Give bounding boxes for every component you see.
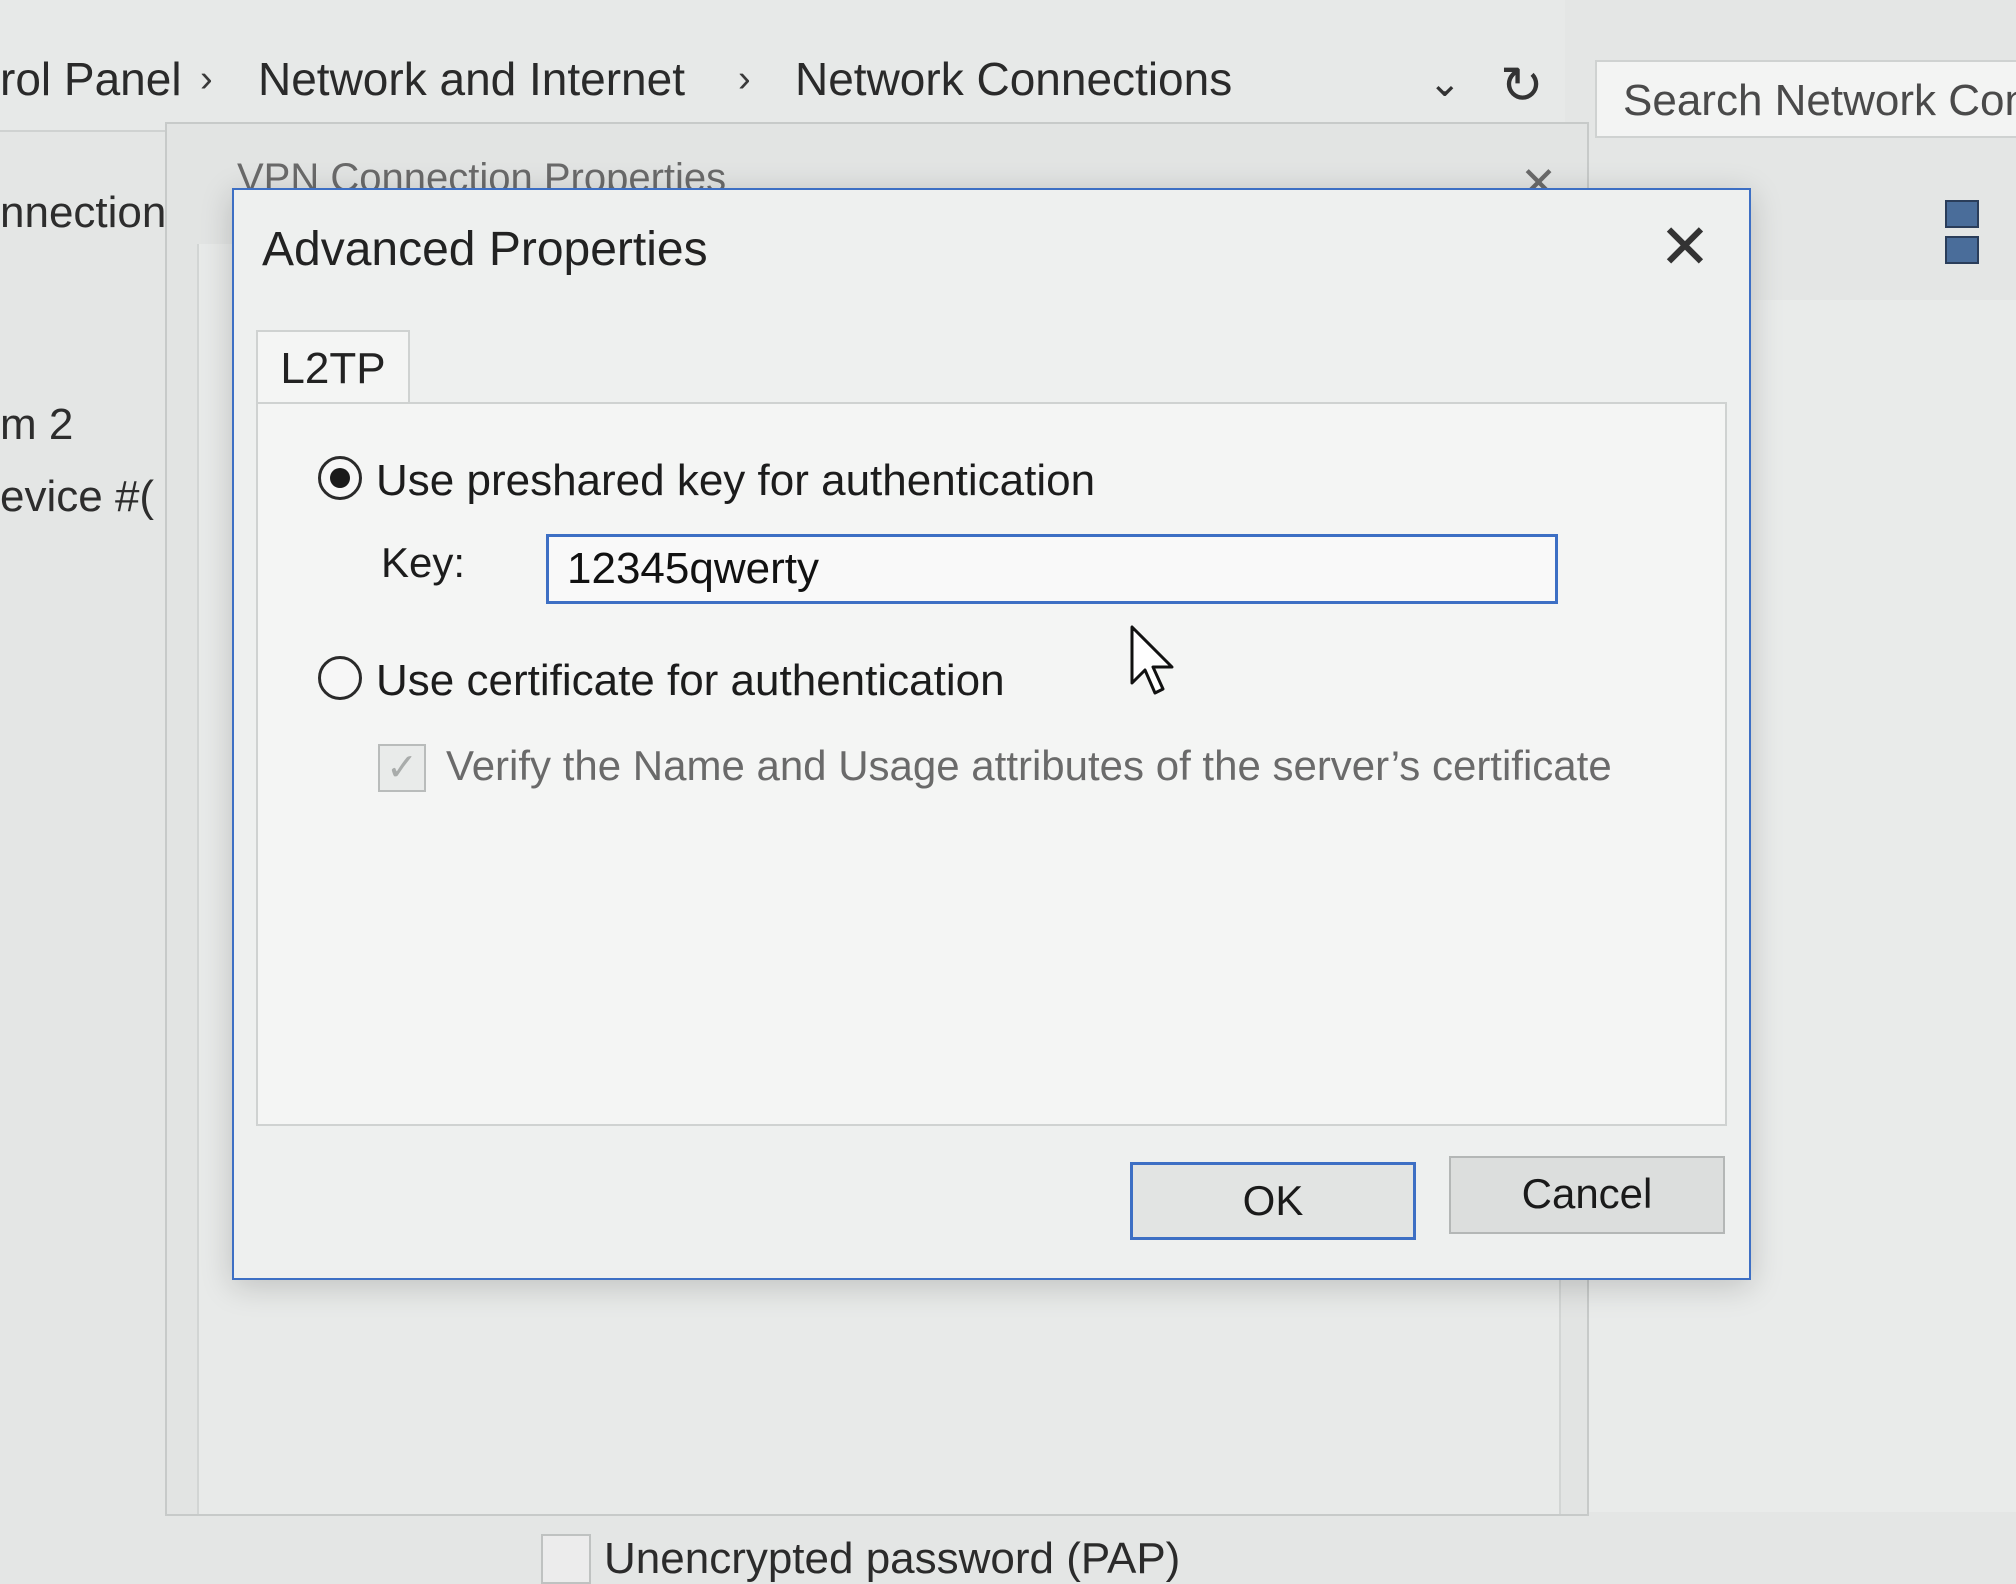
address-bar[interactable]: rol Panel › Network and Internet › Netwo… [0,0,1565,132]
ok-button[interactable]: OK [1130,1162,1416,1240]
preshared-key-label[interactable]: Use preshared key for authentication [376,456,1095,506]
preshared-key-radio[interactable] [318,456,362,500]
chevron-down-icon[interactable]: ⌄ [1428,60,1462,106]
tab-strip: L2TP [256,330,1727,406]
search-input[interactable]: Search Network Con [1595,60,2016,138]
tab-l2tp[interactable]: L2TP [256,330,410,406]
search-placeholder: Search Network Con [1623,76,2016,125]
change-view-icon[interactable] [1945,200,1979,264]
breadcrumb-separator-icon: › [738,58,751,100]
list-item[interactable]: m 2 [0,400,73,450]
network-list-pane: nnection m 2 evice #( [0,132,166,1512]
breadcrumb-separator-icon: › [200,58,213,100]
mouse-cursor-icon [1130,625,1174,695]
key-label: Key: [381,539,466,586]
breadcrumb-control-panel[interactable]: rol Panel [0,52,182,106]
certificate-radio[interactable] [318,656,362,700]
verify-certificate-label: Verify the Name and Usage attributes of … [446,742,1612,789]
dialog-title: Advanced Properties [262,223,708,276]
breadcrumb-network-and-internet[interactable]: Network and Internet [258,52,685,106]
advanced-properties-dialog: Advanced Properties ✕ L2TP Use preshared… [232,188,1751,1280]
cancel-button[interactable]: Cancel [1449,1156,1725,1234]
checkmark-icon: ✓ [386,747,418,789]
verify-certificate-checkbox[interactable]: ✓ [378,744,426,792]
list-item[interactable]: evice #( [0,472,154,522]
pap-label: Unencrypted password (PAP) [604,1534,1181,1583]
breadcrumb-network-connections[interactable]: Network Connections [795,52,1232,106]
key-input[interactable] [546,534,1558,604]
refresh-icon[interactable]: ↻ [1500,56,1544,116]
close-icon: ✕ [1659,213,1711,282]
l2tp-tab-panel: Use preshared key for authentication Key… [256,402,1727,1126]
list-item[interactable]: nnection [0,188,166,238]
close-button[interactable]: ✕ [1655,217,1715,279]
certificate-label[interactable]: Use certificate for authentication [376,656,1005,706]
pap-checkbox[interactable] [541,1534,591,1584]
